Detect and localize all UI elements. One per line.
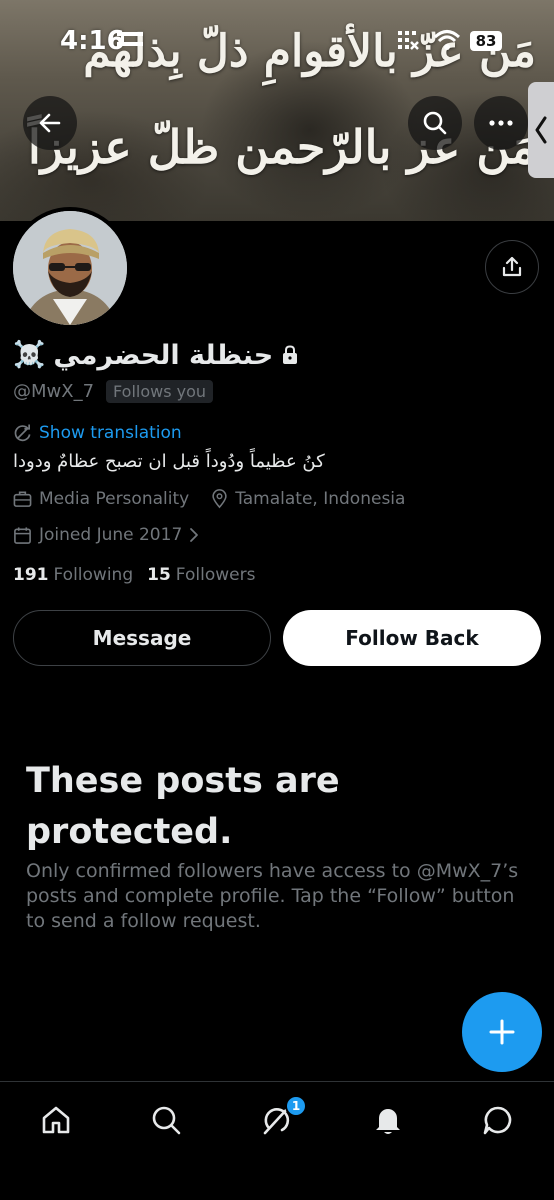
cast-icon: [115, 28, 145, 56]
lock-icon: [283, 345, 298, 364]
compose-button[interactable]: [462, 992, 542, 1072]
nav-home[interactable]: [36, 1100, 76, 1140]
joined-date: Joined June 2017: [39, 525, 183, 545]
message-button[interactable]: Message: [13, 610, 271, 666]
protected-title: These posts are protected.: [26, 761, 340, 852]
location-pin-icon: [212, 489, 227, 509]
status-bar: 4:16 83: [0, 26, 554, 58]
profile-meta-row: Media Personality Tamalate, Indonesia: [13, 489, 405, 509]
search-icon: [152, 1106, 181, 1135]
display-name: حنظلة الحضرمي: [53, 339, 274, 371]
followers-count: 15: [147, 565, 171, 585]
no-signal-icon: [395, 28, 419, 56]
protected-description: Only confirmed followers have access to …: [26, 860, 519, 933]
avatar[interactable]: [9, 207, 131, 329]
nav-search[interactable]: [146, 1100, 186, 1140]
following-count: 191: [13, 565, 49, 585]
briefcase-icon: [13, 491, 32, 507]
grok-badge: 1: [285, 1095, 307, 1117]
plus-icon: [489, 1019, 515, 1045]
profile-bio: كنُ عظيماً ودُوداً قبل ان تصبح عظامٌ ودو…: [13, 451, 325, 472]
followers-label: Followers: [175, 565, 256, 585]
username-handle: @MwX_7: [13, 381, 95, 402]
joined-date-row[interactable]: Joined June 2017: [13, 525, 199, 545]
back-button[interactable]: [23, 96, 77, 150]
share-icon: [502, 256, 522, 277]
translate-icon: [14, 423, 31, 441]
home-icon: [42, 1106, 70, 1134]
more-button[interactable]: [474, 96, 528, 150]
share-button[interactable]: [485, 240, 539, 294]
followers-link[interactable]: 15 Followers: [147, 565, 255, 585]
follows-you-badge: Follows you: [106, 380, 214, 403]
notifications-icon: [376, 1109, 400, 1134]
edge-panel-handle[interactable]: [528, 82, 554, 178]
search-button[interactable]: [408, 96, 462, 150]
nav-notifications[interactable]: [368, 1100, 408, 1140]
battery-indicator: 83: [470, 31, 502, 51]
following-link[interactable]: 191 Following: [13, 565, 133, 585]
back-arrow-icon: [39, 113, 61, 133]
more-icon: [489, 120, 513, 126]
chevron-left-icon: [535, 116, 547, 144]
profile-location: Tamalate, Indonesia: [235, 489, 406, 509]
wifi-icon: [433, 28, 461, 56]
bottom-navigation: 1: [0, 1081, 554, 1200]
profile-category: Media Personality: [39, 489, 190, 509]
display-name-row: ☠️ حنظلة الحضرمي: [13, 337, 299, 373]
follow-stats: 191 Following 15 Followers: [13, 565, 255, 585]
following-label: Following: [53, 565, 134, 585]
nav-messages[interactable]: [478, 1100, 518, 1140]
show-translation-link[interactable]: Show translation: [13, 423, 182, 443]
handle-row: @MwX_7 Follows you: [13, 380, 214, 403]
skull-emoji: ☠️: [13, 340, 46, 370]
follow-back-button[interactable]: Follow Back: [283, 610, 541, 666]
search-icon: [423, 111, 447, 135]
calendar-icon: [14, 526, 31, 544]
chevron-right-icon: [190, 528, 199, 542]
show-translation-label: Show translation: [39, 423, 182, 443]
messages-icon: [483, 1106, 512, 1135]
